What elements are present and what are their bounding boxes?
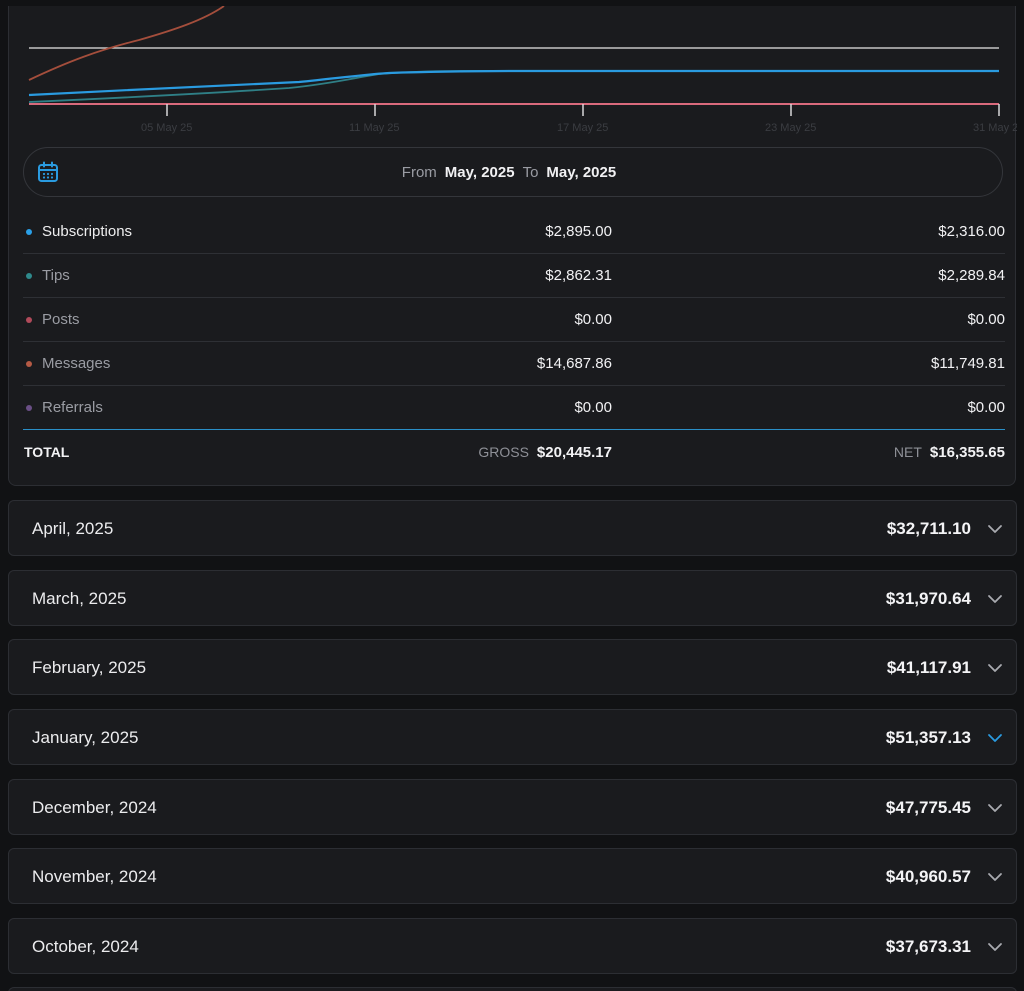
- row-label: Messages: [42, 355, 111, 372]
- messages-dot: [26, 361, 32, 367]
- month-row-october-2024[interactable]: October, 2024 $37,673.31: [8, 918, 1017, 975]
- month-amount: $51,357.13: [885, 728, 971, 748]
- posts-dot: [26, 317, 32, 323]
- month-row-april-2025[interactable]: April, 2025 $32,711.10: [8, 500, 1017, 556]
- breakdown-row-posts: Posts $0.00 $0.00: [23, 298, 1005, 342]
- row-gross: $0.00: [574, 399, 612, 416]
- row-label: Referrals: [42, 399, 103, 416]
- total-gross: GROSS $20,445.17: [478, 444, 612, 461]
- row-net: $0.00: [967, 311, 1005, 328]
- month-amount: $32,711.10: [886, 519, 971, 538]
- month-amount: $31,970.64: [885, 588, 971, 608]
- chevron-down-icon[interactable]: [987, 800, 1003, 816]
- chevron-down-icon[interactable]: [987, 591, 1003, 607]
- month-row-december-2024[interactable]: December, 2024 $47,775.45: [8, 778, 1017, 835]
- total-row: TOTAL GROSS $20,445.17 NET $16,355.65: [23, 429, 1005, 474]
- net-value: $16,355.65: [929, 444, 1005, 461]
- month-amount: $40,960.57: [885, 867, 971, 887]
- chevron-down-icon[interactable]: [987, 660, 1003, 676]
- total-label: TOTAL: [24, 444, 70, 460]
- x-axis-tick-label: 05 May 25: [141, 122, 192, 134]
- month-label: February, 2025: [32, 658, 147, 678]
- tips-series-line: [28, 69, 999, 103]
- earnings-chart: 05 May 25 11 May 25 17 May 25 23 May 25 31 M…: [9, 6, 1017, 146]
- messages-series-line: [28, 6, 225, 81]
- calendar-icon: [38, 161, 58, 182]
- subscriptions-dot: [26, 229, 32, 235]
- gross-value: $20,445.17: [536, 444, 612, 461]
- earnings-chart-svg: 05 May 25 11 May 25 17 May 25 23 May 25 31 M…: [28, 6, 1017, 134]
- month-label: January, 2025: [32, 728, 139, 748]
- x-axis-tick-label: 17 May 25: [557, 122, 608, 134]
- to-value: May, 2025: [546, 163, 617, 181]
- month-row-march-2025[interactable]: March, 2025 $31,970.64: [8, 569, 1017, 626]
- month-row-january-2025[interactable]: January, 2025 $51,357.13: [8, 709, 1017, 766]
- row-gross: $2,895.00: [545, 223, 612, 240]
- month-amount: $41,117.91: [886, 658, 971, 678]
- total-net: NET $16,355.65: [894, 444, 1005, 461]
- row-gross: $0.00: [574, 311, 612, 328]
- from-value: May, 2025: [444, 163, 515, 181]
- month-label: April, 2025: [32, 519, 114, 538]
- earnings-breakdown: Subscriptions $2,895.00 $2,316.00 Tips $…: [23, 210, 1005, 474]
- row-label: Subscriptions: [42, 223, 133, 240]
- x-axis-tick-label: 31 May 25: [973, 122, 1017, 134]
- x-axis-tick-label: 11 May 25: [349, 122, 400, 134]
- tips-dot: [26, 273, 32, 279]
- date-range-picker[interactable]: From May, 2025 To May, 2025: [23, 147, 1003, 197]
- month-label: November, 2024: [32, 867, 157, 887]
- earnings-summary-card: 05 May 25 11 May 25 17 May 25 23 May 25 31 M…: [8, 6, 1017, 486]
- to-label: To: [522, 163, 539, 181]
- month-label: December, 2024: [32, 797, 157, 817]
- row-net: $2,316.00: [938, 223, 1005, 240]
- chevron-down-icon[interactable]: [987, 869, 1003, 885]
- month-amount: $47,775.45: [885, 797, 971, 817]
- breakdown-row-messages: Messages $14,687.86 $11,749.81: [23, 342, 1005, 386]
- subscriptions-series-line: [28, 69, 999, 97]
- month-row-november-2024[interactable]: November, 2024 $40,960.57: [8, 848, 1017, 905]
- row-gross: $14,687.86: [536, 355, 612, 372]
- net-label: NET: [893, 444, 922, 460]
- row-label: Posts: [42, 311, 80, 328]
- from-label: From: [401, 163, 437, 181]
- row-net: $11,749.81: [931, 355, 1005, 372]
- x-axis-tick-label: 23 May 25: [765, 122, 816, 134]
- row-net: $0.00: [967, 399, 1005, 416]
- month-row-february-2025[interactable]: February, 2025 $41,117.91: [8, 639, 1017, 696]
- referrals-dot: [26, 405, 32, 411]
- breakdown-row-tips: Tips $2,862.31 $2,289.84: [23, 254, 1005, 298]
- month-amount: $37,673.31: [885, 937, 971, 957]
- next-month-row-edge: [8, 987, 1017, 991]
- monthly-statements-list: April, 2025 $32,711.10 March, 2025 $31,9…: [8, 500, 1017, 988]
- month-label: March, 2025: [32, 588, 127, 608]
- row-net: $2,289.84: [938, 267, 1005, 284]
- chevron-down-icon[interactable]: [987, 521, 1003, 537]
- breakdown-row-subscriptions: Subscriptions $2,895.00 $2,316.00: [23, 210, 1005, 254]
- row-label: Tips: [42, 267, 70, 284]
- chevron-down-icon[interactable]: [987, 939, 1003, 955]
- breakdown-row-referrals: Referrals $0.00 $0.00: [23, 386, 1005, 429]
- month-label: October, 2024: [32, 937, 139, 957]
- row-gross: $2,862.31: [545, 267, 612, 284]
- gross-label: GROSS: [478, 444, 529, 460]
- statements-page: 05 May 25 11 May 25 17 May 25 23 May 25 31 M…: [0, 0, 1024, 991]
- chevron-down-icon[interactable]: [987, 730, 1003, 746]
